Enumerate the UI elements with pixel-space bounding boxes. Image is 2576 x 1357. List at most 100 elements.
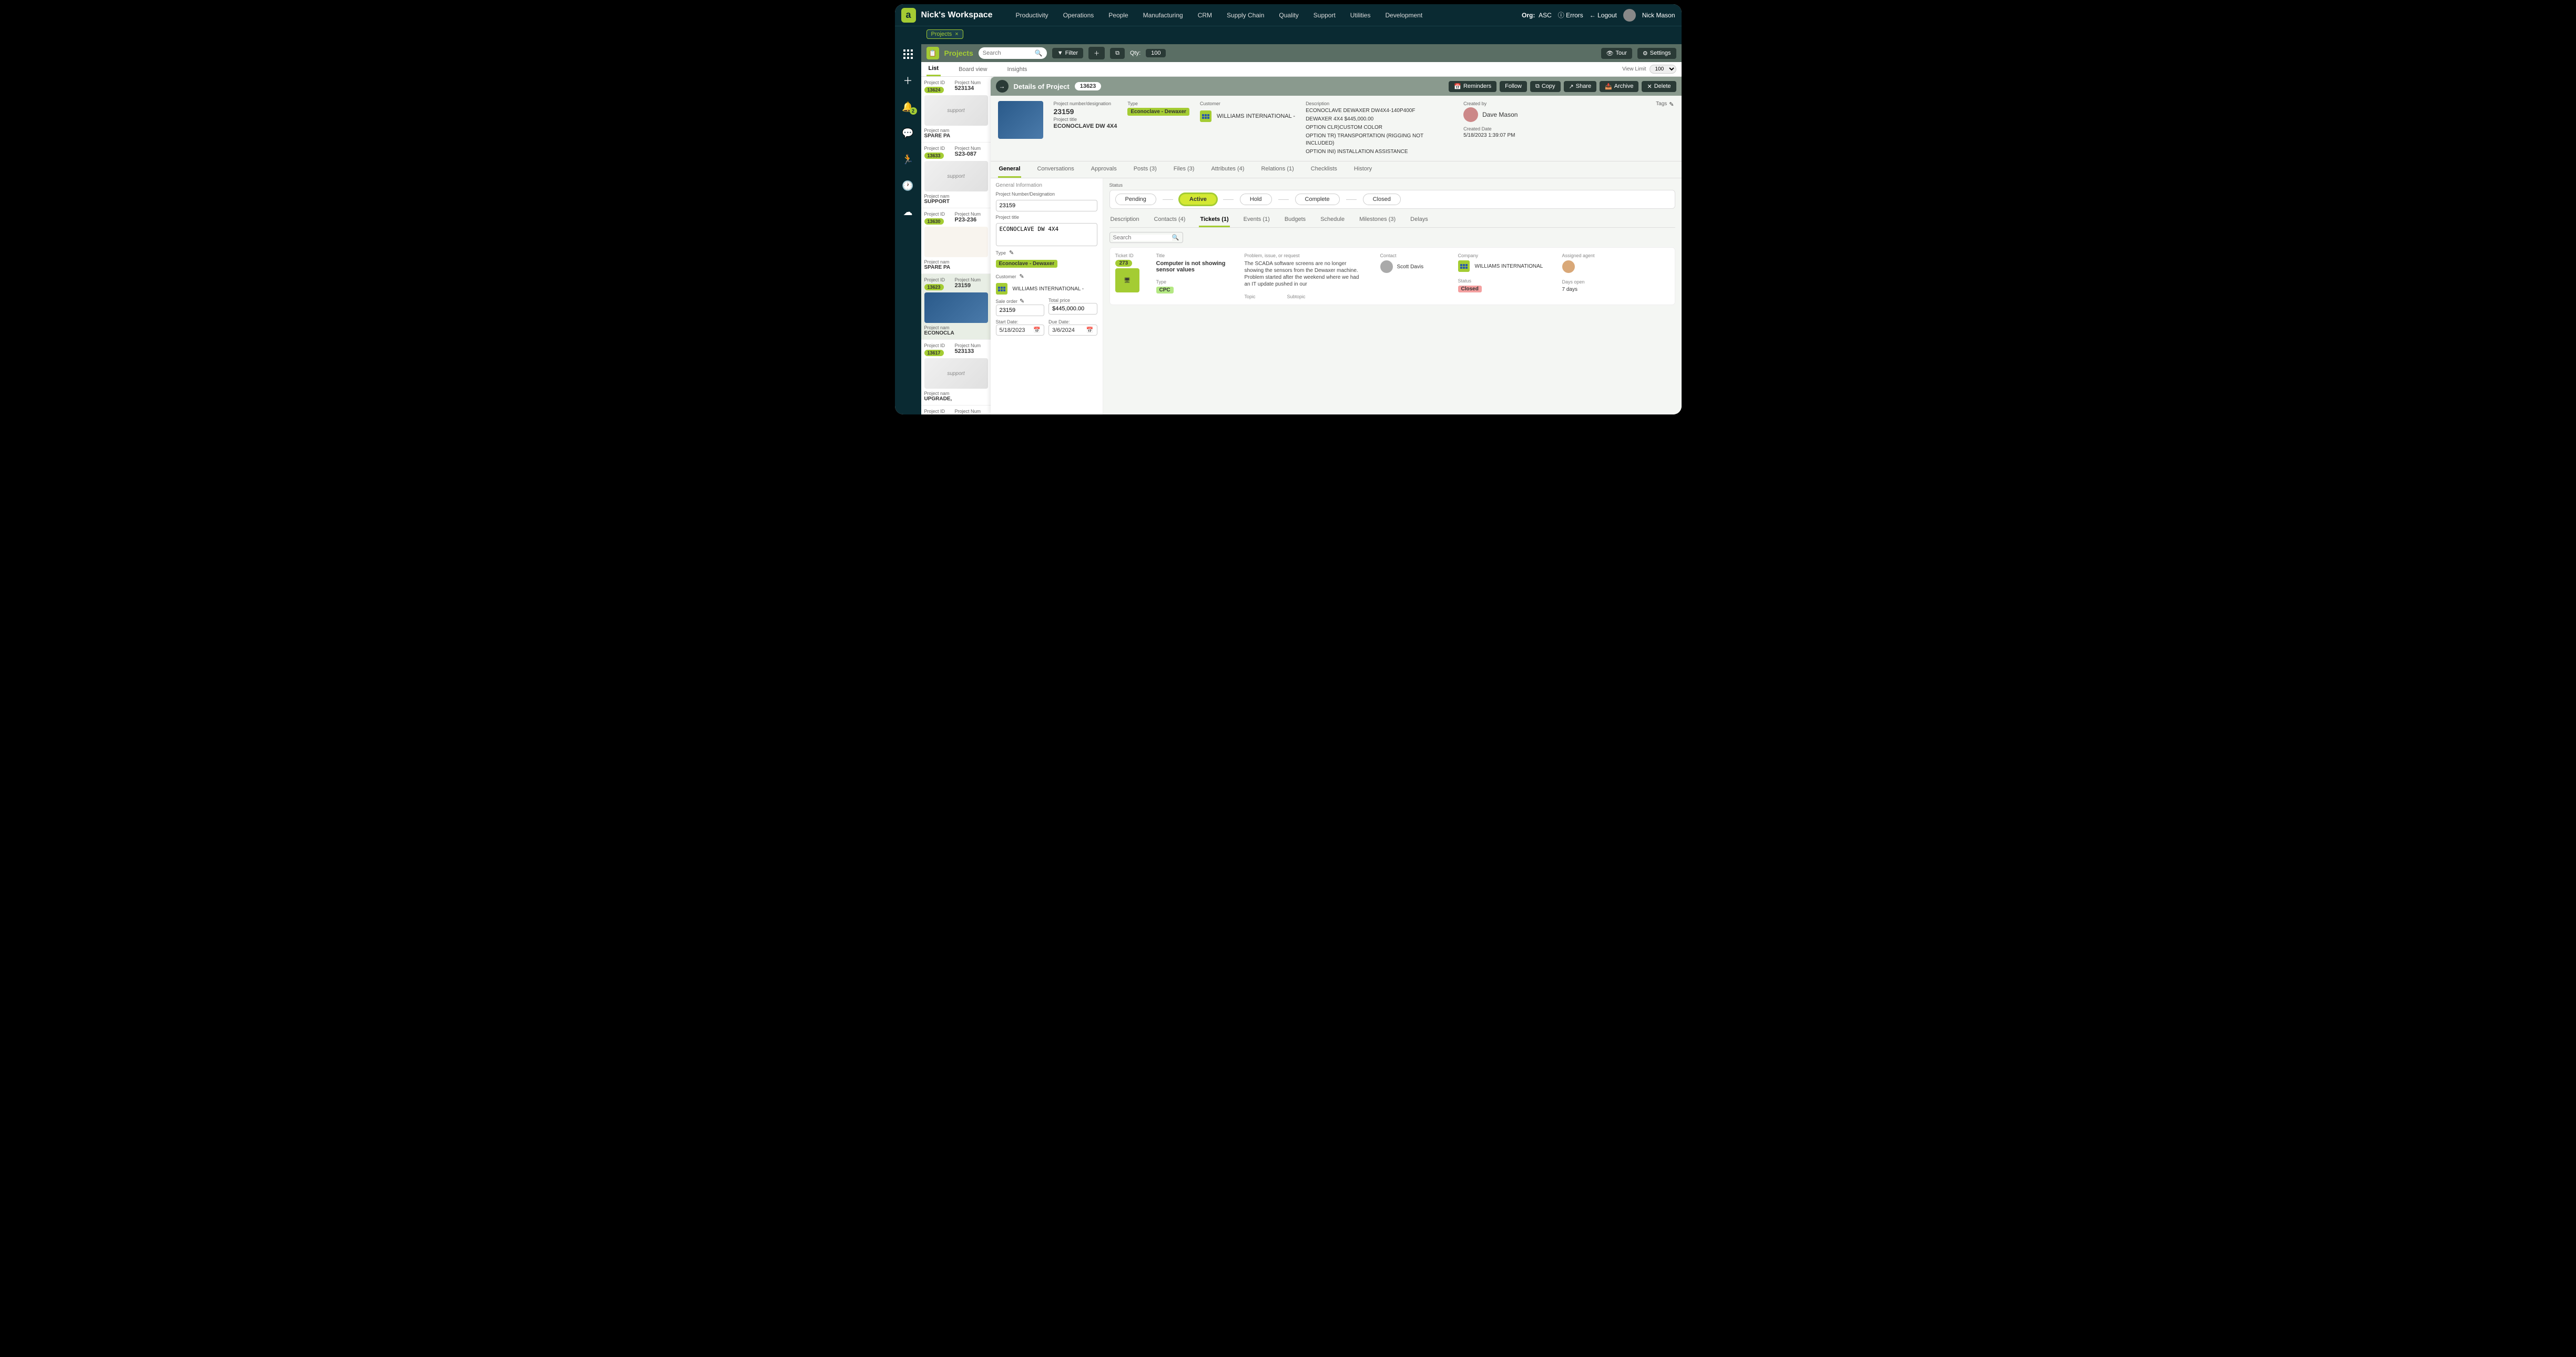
tc-company-label: Company (1458, 253, 1553, 258)
tour-button[interactable]: 👁Tour (1601, 48, 1632, 59)
org-value: ASC (1539, 12, 1552, 19)
nav-development[interactable]: Development (1378, 12, 1430, 19)
nav-crm[interactable]: CRM (1190, 12, 1219, 19)
nav-operations[interactable]: Operations (1056, 12, 1102, 19)
back-button[interactable]: → (996, 80, 1009, 93)
ticket-thumbnail: 🖥 (1115, 268, 1139, 292)
tab-board[interactable]: Board view (956, 63, 989, 76)
status-pill-active[interactable]: Active (1179, 194, 1217, 205)
list-item[interactable]: Project ID 13633 Project Num S23-087 sup… (921, 143, 991, 208)
view-limit-select[interactable]: 100 (1650, 65, 1676, 74)
copy-button[interactable]: ⧉ (1110, 48, 1125, 59)
ticket-card[interactable]: Ticket ID 273 🖥 Title Computer is not sh… (1109, 247, 1675, 305)
nav-support[interactable]: Support (1306, 12, 1343, 19)
list-item[interactable]: Project ID 13624 Project Num 523134 supp… (921, 77, 991, 143)
ticket-search-input[interactable] (1113, 235, 1172, 241)
right-tab[interactable]: Description (1109, 213, 1141, 227)
close-icon[interactable]: × (955, 31, 958, 37)
clock-icon[interactable]: 🕐 (902, 180, 914, 191)
reminders-button[interactable]: 📅Reminders (1449, 81, 1496, 92)
detail-tab-checklists[interactable]: Checklists (1310, 161, 1338, 178)
breadcrumb-label: Projects (931, 31, 952, 37)
errors-link[interactable]: ⓘ Errors (1558, 11, 1583, 19)
right-tab[interactable]: Delays (1409, 213, 1429, 227)
edit-icon[interactable]: ✎ (1020, 273, 1024, 280)
user-avatar[interactable] (1623, 9, 1636, 22)
right-tab[interactable]: Milestones (3) (1358, 213, 1397, 227)
right-tab[interactable]: Events (1) (1243, 213, 1271, 227)
form-ptitle-input[interactable] (996, 223, 1097, 246)
delete-button[interactable]: ✕Delete (1642, 81, 1676, 92)
detail-tab-relations[interactable]: Relations (1) (1260, 161, 1295, 178)
breadcrumb-chip[interactable]: Projects × (926, 29, 963, 39)
chat-icon[interactable]: 💬 (902, 127, 914, 139)
ticket-search[interactable]: 🔍 (1109, 232, 1183, 243)
tc-title-label: Title (1156, 253, 1235, 258)
filter-button[interactable]: ▼Filter (1052, 48, 1083, 58)
list-item[interactable]: Project ID 13621 Project Num S23-086 sup… (921, 406, 991, 414)
edit-icon[interactable]: ✎ (1009, 249, 1014, 256)
nav-supply-chain[interactable]: Supply Chain (1219, 12, 1271, 19)
nav-quality[interactable]: Quality (1271, 12, 1306, 19)
right-tab[interactable]: Tickets (1) (1199, 213, 1229, 227)
tab-list[interactable]: List (926, 62, 941, 76)
list-item[interactable]: Project ID 13630 Project Num P23-236 Pro… (921, 208, 991, 274)
nav-productivity[interactable]: Productivity (1009, 12, 1056, 19)
edit-icon[interactable]: ✎ (1020, 298, 1024, 305)
detail-tab-files[interactable]: Files (3) (1173, 161, 1196, 178)
form-startdate-input[interactable]: 5/18/2023📅 (996, 325, 1045, 336)
form-section: General Information (996, 183, 1097, 188)
form-customer-value: WILLIAMS INTERNATIONAL - (1013, 286, 1084, 292)
form-saleorder-label: Sale order (996, 299, 1018, 304)
list-item[interactable]: Project ID 13617 Project Num 523133 supp… (921, 340, 991, 406)
detail-tab-posts[interactable]: Posts (3) (1133, 161, 1158, 178)
logout-link[interactable]: ← Logout (1590, 12, 1617, 19)
status-pill-pending[interactable]: Pending (1115, 194, 1156, 205)
list-item[interactable]: Project ID 13623 Project Num 23159 Proje… (921, 274, 991, 340)
status-pill-hold[interactable]: Hold (1240, 194, 1272, 205)
detail-tab-conversations[interactable]: Conversations (1036, 161, 1075, 178)
ptitle-value: ECONOCLAVE DW 4X4 (1054, 123, 1117, 129)
pnum-label: Project number/designation (1054, 101, 1117, 106)
pencil-icon[interactable]: ✎ (1669, 101, 1674, 108)
tags-label: Tags (1656, 101, 1667, 107)
copy-detail-button[interactable]: ⧉Copy (1530, 81, 1561, 92)
desc-label: Description (1306, 101, 1453, 106)
module-title: Projects (944, 49, 973, 57)
form-totalprice-input[interactable] (1048, 303, 1097, 315)
detail-title: Details of Project (1014, 83, 1070, 90)
form-pnum-input[interactable] (996, 200, 1097, 211)
nav-manufacturing[interactable]: Manufacturing (1136, 12, 1190, 19)
detail-tab-attributes[interactable]: Attributes (4) (1210, 161, 1245, 178)
form-saleorder-input[interactable] (996, 305, 1045, 316)
module-search[interactable]: 🔍 (979, 47, 1047, 59)
settings-button[interactable]: ⚙Settings (1637, 48, 1676, 59)
nav-people[interactable]: People (1101, 12, 1135, 19)
detail-tab-approvals[interactable]: Approvals (1090, 161, 1118, 178)
tab-insights[interactable]: Insights (1005, 63, 1029, 76)
status-pill-closed[interactable]: Closed (1363, 194, 1401, 205)
follow-button[interactable]: Follow (1500, 81, 1527, 92)
bell-icon[interactable]: 🔔2 (902, 101, 914, 113)
activity-icon[interactable]: 🏃 (902, 154, 914, 165)
view-tabs: List Board view Insights View Limit 100 (921, 62, 1682, 77)
right-tab[interactable]: Schedule (1319, 213, 1346, 227)
nav-utilities[interactable]: Utilities (1343, 12, 1378, 19)
apps-icon[interactable] (902, 48, 914, 60)
form-duedate-input[interactable]: 3/6/2024📅 (1048, 325, 1097, 336)
add-button[interactable]: ＋ (1088, 47, 1105, 59)
detail-tab-general[interactable]: General (998, 161, 1022, 178)
archive-button[interactable]: 📥Archive (1600, 81, 1638, 92)
detail-tab-history[interactable]: History (1353, 161, 1373, 178)
status-pill-complete[interactable]: Complete (1295, 194, 1340, 205)
plus-icon[interactable]: ＋ (902, 75, 914, 86)
share-icon: ↗ (1569, 83, 1574, 90)
createddate-label: Created Date (1463, 126, 1518, 131)
cloud-upload-icon[interactable]: ☁ (902, 206, 914, 218)
share-button[interactable]: ↗Share (1564, 81, 1597, 92)
right-tab[interactable]: Contacts (4) (1153, 213, 1187, 227)
right-tab[interactable]: Budgets (1284, 213, 1307, 227)
creator-name: Dave Mason (1482, 111, 1518, 118)
tc-problem-label: Problem, issue, or request (1245, 253, 1371, 258)
search-input[interactable] (983, 50, 1035, 56)
